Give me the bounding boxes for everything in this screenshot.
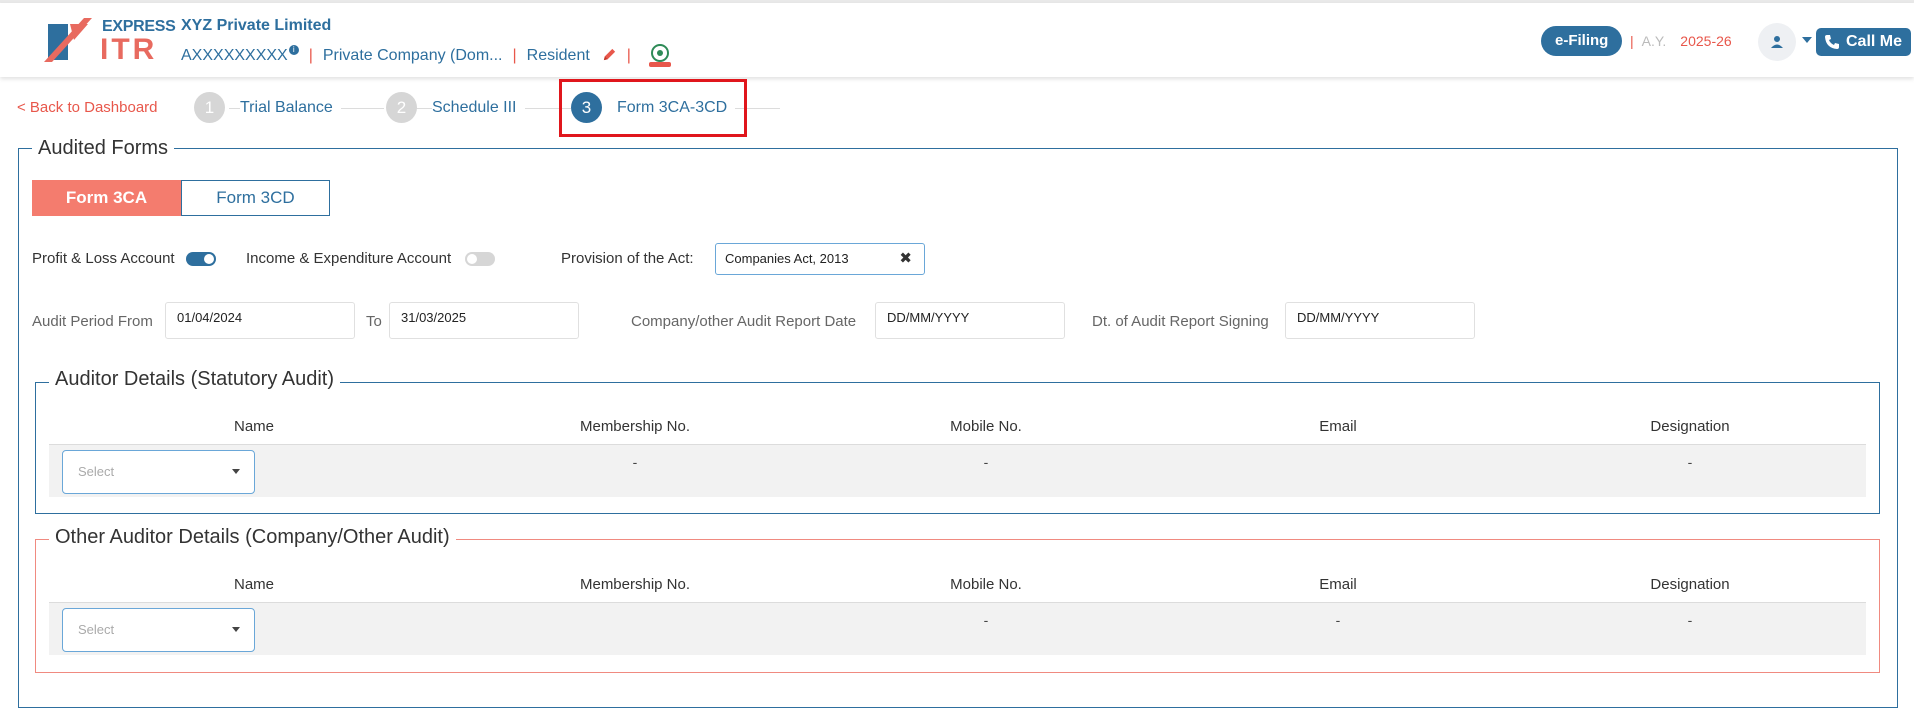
- audit-period-from-label: Audit Period From: [32, 313, 153, 330]
- to-label: To: [366, 313, 382, 330]
- info-icon[interactable]: i: [288, 45, 299, 55]
- ay-value: 2025-26: [1680, 33, 1732, 49]
- step-trial-balance[interactable]: 1 Trial Balance: [194, 92, 341, 123]
- column-header-mobile: Mobile No.: [950, 418, 1022, 435]
- back-to-dashboard-link[interactable]: < Back to Dashboard: [17, 99, 158, 116]
- company-report-date-input[interactable]: DD/MM/YYYY: [875, 302, 1065, 339]
- select-placeholder: Select: [78, 622, 115, 637]
- mobile-value: -: [983, 612, 989, 628]
- company-name: XYZ Private Limited: [181, 17, 332, 34]
- e-filing-badge[interactable]: e-Filing: [1541, 26, 1623, 56]
- express-itr-logo[interactable]: EXPRESS ITR: [44, 16, 176, 66]
- form-tabs: Form 3CA Form 3CD: [32, 180, 330, 216]
- profit-loss-label: Profit & Loss Account: [32, 250, 175, 267]
- assessment-year: | A.Y. 2025-26: [1630, 33, 1732, 49]
- column-header-name: Name: [233, 576, 275, 593]
- app-header: EXPRESS ITR XYZ Private Limited AXXXXXXX…: [0, 3, 1914, 77]
- designation-value: -: [1687, 454, 1693, 470]
- other-auditor-name-select[interactable]: Select: [62, 608, 255, 652]
- income-expenditure-toggle[interactable]: [465, 252, 495, 266]
- audit-period-from-input[interactable]: 01/04/2024: [165, 302, 355, 339]
- user-avatar[interactable]: [1758, 23, 1796, 61]
- auditor-name-select[interactable]: Select: [62, 450, 255, 494]
- company-type: Private Company (Dom...: [322, 47, 503, 64]
- separator: |: [512, 47, 517, 64]
- column-header-email: Email: [1319, 418, 1357, 435]
- separator: |: [308, 47, 313, 64]
- report-signing-date-label: Dt. of Audit Report Signing: [1092, 313, 1269, 330]
- income-expenditure-label: Income & Expenditure Account: [246, 250, 452, 267]
- email-value: -: [1335, 612, 1341, 628]
- chevron-down-icon[interactable]: [1802, 37, 1812, 43]
- residency-status: Resident: [526, 47, 590, 64]
- step-schedule-iii[interactable]: 2 Schedule III: [386, 92, 525, 123]
- tab-form-3cd[interactable]: Form 3CD: [181, 180, 330, 216]
- table-row: [49, 444, 1866, 497]
- column-header-email: Email: [1319, 576, 1357, 593]
- clear-icon[interactable]: ✖: [899, 244, 912, 274]
- phone-icon: [1825, 35, 1839, 49]
- user-icon: [1771, 36, 1783, 48]
- provision-select[interactable]: Companies Act, 2013 ✖: [715, 243, 925, 275]
- step-label: Schedule III: [432, 98, 525, 117]
- step-number: 1: [194, 92, 225, 123]
- logo-mark-icon: [44, 18, 92, 62]
- step-label: Trial Balance: [240, 98, 341, 117]
- designation-value: -: [1687, 612, 1693, 628]
- pan-number: AXXXXXXXXX: [181, 47, 288, 64]
- company-report-date-label: Company/other Audit Report Date: [631, 313, 857, 330]
- report-signing-date-input[interactable]: DD/MM/YYYY: [1285, 302, 1475, 339]
- profit-loss-toggle[interactable]: [186, 252, 216, 266]
- provision-label: Provision of the Act:: [561, 250, 694, 267]
- column-header-designation: Designation: [1650, 418, 1730, 435]
- tab-form-3ca[interactable]: Form 3CA: [32, 180, 181, 216]
- column-header-mobile: Mobile No.: [950, 576, 1022, 593]
- ay-label: A.Y.: [1641, 33, 1667, 49]
- call-me-label: Call Me: [1846, 33, 1903, 50]
- provision-value: Companies Act, 2013: [725, 251, 849, 266]
- column-header-membership: Membership No.: [579, 576, 691, 593]
- audited-forms-title: Audited Forms: [32, 137, 175, 160]
- membership-value: -: [632, 454, 638, 470]
- table-row: [49, 602, 1866, 655]
- column-header-designation: Designation: [1650, 576, 1730, 593]
- company-meta: AXXXXXXXXX i | Private Company (Dom... |…: [181, 42, 675, 70]
- income-tax-emblem-icon: [648, 44, 671, 67]
- chevron-down-icon: [232, 469, 240, 474]
- logo-text-itr: ITR: [100, 33, 158, 66]
- separator: |: [626, 47, 631, 64]
- column-header-membership: Membership No.: [579, 418, 691, 435]
- select-placeholder: Select: [78, 464, 115, 479]
- chevron-down-icon: [232, 627, 240, 632]
- mobile-value: -: [983, 454, 989, 470]
- other-auditor-details-title: Other Auditor Details (Company/Other Aud…: [49, 526, 456, 549]
- step-number: 2: [386, 92, 417, 123]
- audit-period-to-input[interactable]: 31/03/2025: [389, 302, 579, 339]
- call-me-button[interactable]: Call Me: [1816, 28, 1911, 56]
- edit-pencil-icon[interactable]: [602, 47, 617, 66]
- auditor-details-title: Auditor Details (Statutory Audit): [49, 368, 341, 391]
- active-step-highlight: [559, 79, 747, 137]
- column-header-name: Name: [233, 418, 275, 435]
